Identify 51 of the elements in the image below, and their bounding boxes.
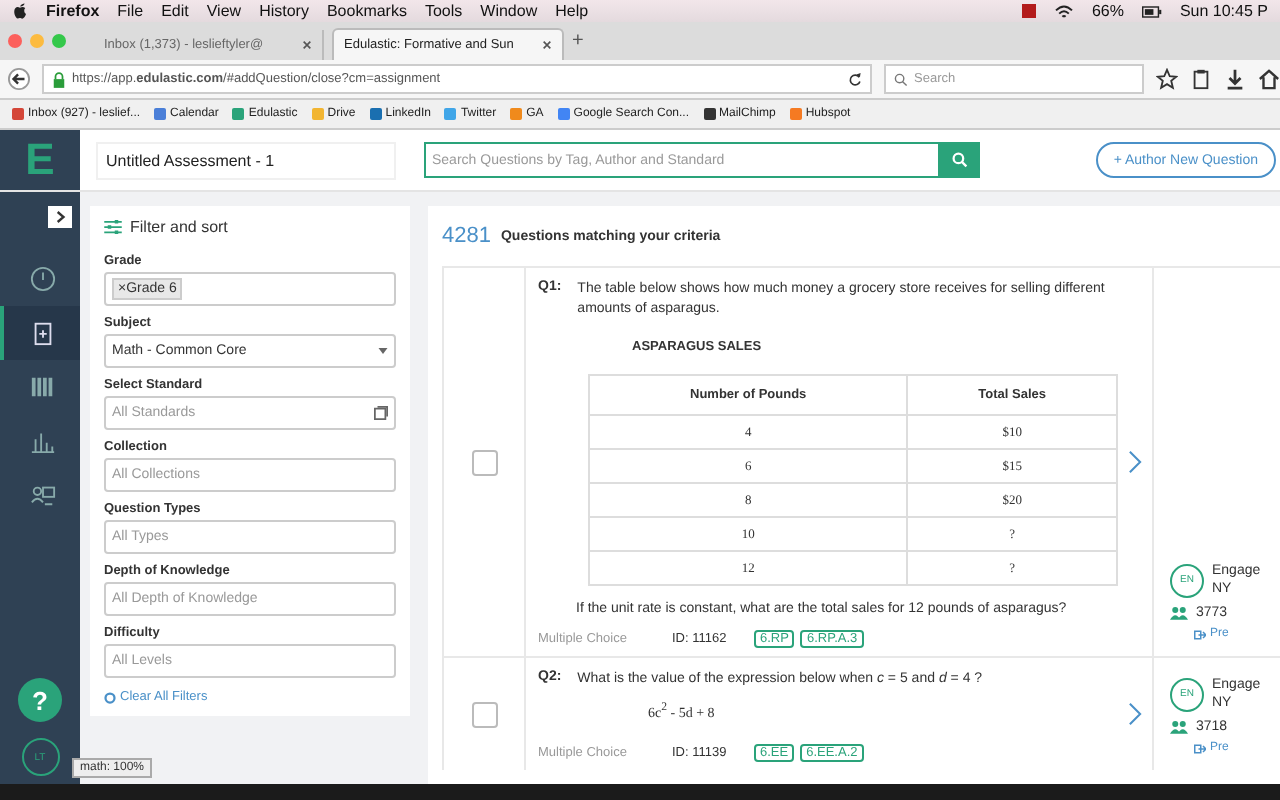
- expand-button[interactable]: [48, 206, 72, 228]
- app-status-icon[interactable]: [1021, 4, 1036, 18]
- menu-clock[interactable]: Sun 10:45 P: [1179, 2, 1268, 20]
- users-icon: [1170, 720, 1188, 735]
- bar-chart-icon: [29, 428, 55, 454]
- filter-title: Filter and sort: [130, 218, 228, 236]
- assessment-title-field[interactable]: Untitled Assessment - 1: [96, 141, 396, 179]
- nav-item[interactable]: [0, 306, 80, 360]
- menu-item[interactable]: Edit: [161, 2, 189, 20]
- menu-item[interactable]: Bookmarks: [326, 2, 407, 20]
- menu-item[interactable]: Tools: [424, 2, 463, 20]
- dropdown-caret-icon[interactable]: [378, 348, 388, 354]
- clipboard-icon[interactable]: [1190, 68, 1212, 90]
- back-arrow-icon[interactable]: [8, 68, 30, 90]
- chevron-right-icon: [55, 209, 65, 223]
- clock-icon: [29, 266, 55, 292]
- menu-app-name[interactable]: Firefox: [46, 2, 100, 20]
- results-count: 4281: [442, 224, 491, 248]
- reload-icon[interactable]: [848, 71, 862, 87]
- chevron-right-icon[interactable]: [1128, 450, 1142, 474]
- menu-item[interactable]: File: [117, 2, 144, 20]
- download-icon[interactable]: [1224, 68, 1246, 90]
- select-checkbox[interactable]: [471, 449, 497, 475]
- battery-percent: 66%: [1091, 2, 1124, 20]
- books-icon: [29, 374, 55, 400]
- menu-item[interactable]: View: [206, 2, 242, 20]
- search-icon: [952, 152, 968, 168]
- menu-item[interactable]: Help: [555, 2, 589, 20]
- menu-item[interactable]: Window: [480, 2, 538, 20]
- select-checkbox[interactable]: [471, 701, 497, 728]
- new-tab-button[interactable]: +: [572, 30, 584, 52]
- search-button[interactable]: [940, 142, 980, 178]
- apple-icon[interactable]: [12, 2, 28, 20]
- search-icon: [894, 71, 908, 87]
- chevron-right-icon[interactable]: [1128, 702, 1142, 727]
- battery-icon[interactable]: [1141, 3, 1162, 19]
- lock-icon: [52, 71, 66, 87]
- clear-icon: [104, 691, 116, 703]
- menu-item[interactable]: History: [259, 2, 309, 20]
- close-icon[interactable]: [302, 40, 312, 50]
- close-icon[interactable]: [542, 40, 552, 50]
- home-icon[interactable]: [1258, 68, 1280, 90]
- preview-icon: [1194, 743, 1206, 754]
- star-icon[interactable]: [1156, 68, 1178, 90]
- sliders-icon: [104, 220, 122, 234]
- wifi-icon[interactable]: [1053, 3, 1074, 19]
- copy-icon[interactable]: [374, 406, 388, 420]
- preview-icon: [1194, 629, 1206, 639]
- people-icon: [29, 482, 55, 508]
- clipboard-icon: [29, 320, 55, 346]
- users-icon: [1170, 606, 1188, 620]
